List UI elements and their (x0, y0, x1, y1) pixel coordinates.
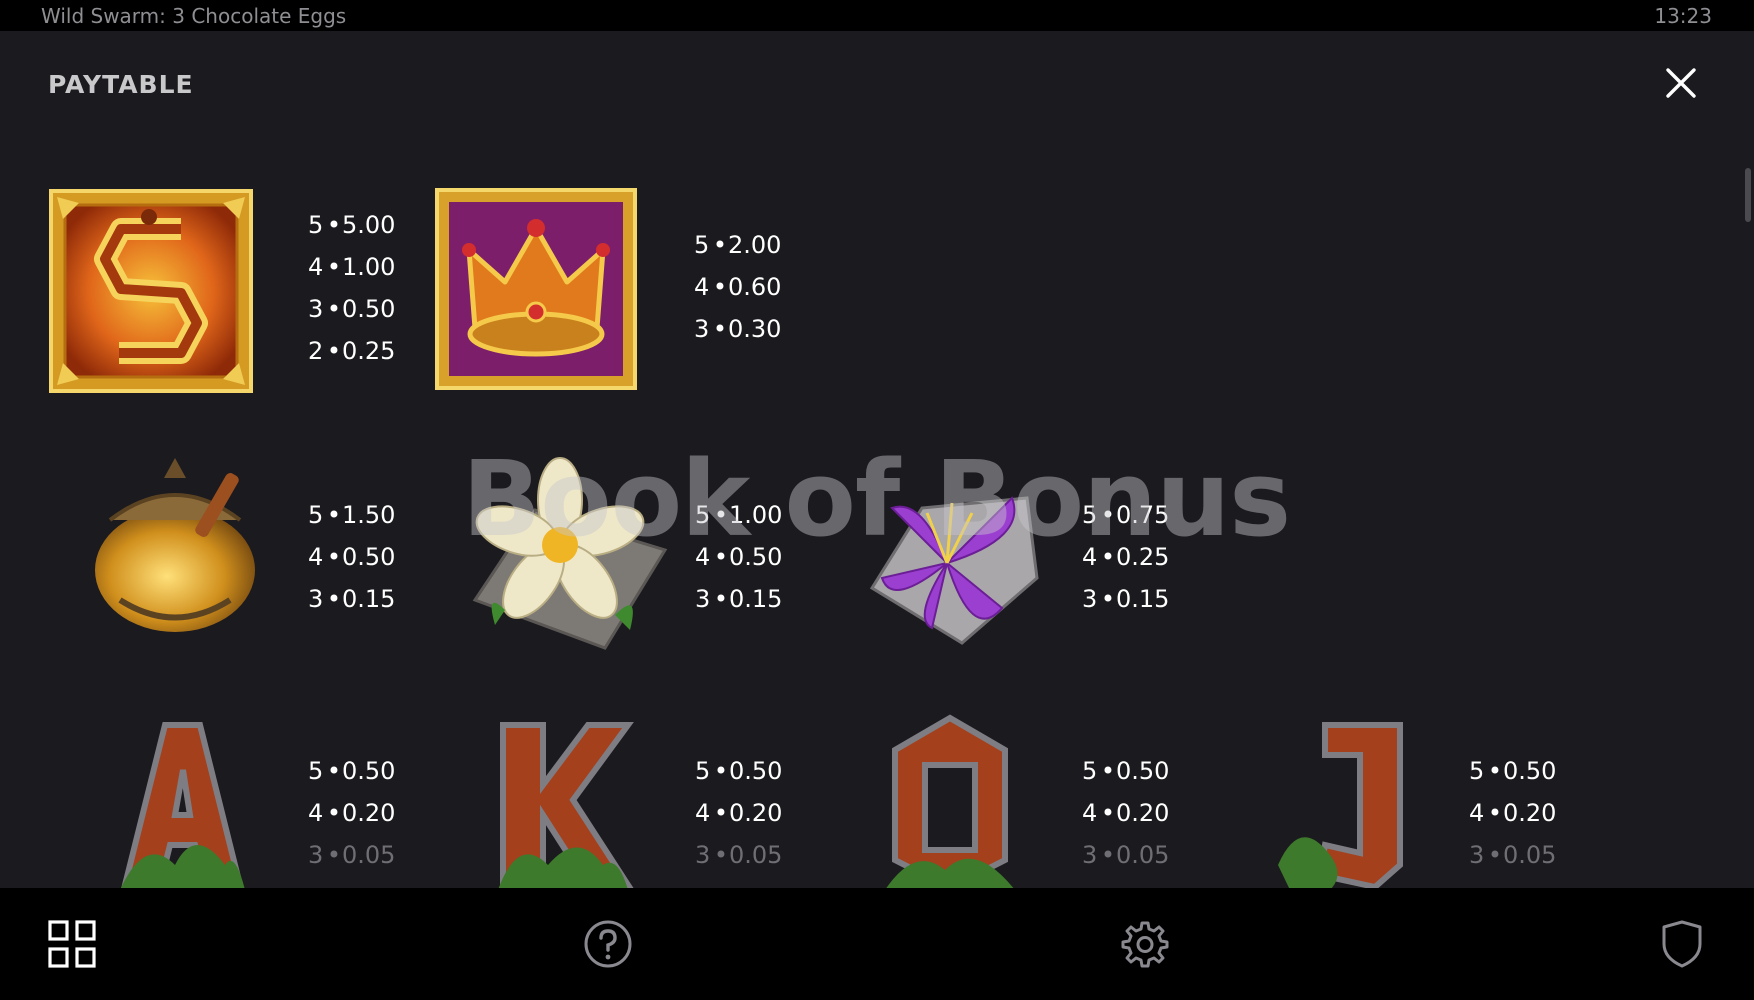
pays-letter-q: 5 •0.50 4 •0.20 3 •0.05 (1082, 750, 1169, 876)
pay-row: 5 •1.50 (308, 501, 396, 529)
top-bar: Wild Swarm: 3 Chocolate Eggs 13:23 (0, 0, 1754, 31)
pay-row: 4 •0.20 (308, 799, 396, 827)
symbol-scatter-s (49, 189, 253, 393)
pay-row: 5 •0.50 (1469, 757, 1557, 785)
pay-row: 4 •1.00 (308, 253, 396, 281)
pay-row: 3 •0.30 (694, 315, 782, 343)
pay-row: 5 •2.00 (694, 231, 782, 259)
pay-row: 3 •0.50 (308, 295, 396, 323)
app-title: Wild Swarm: 3 Chocolate Eggs (41, 4, 347, 28)
symbol-honey-pot (80, 450, 270, 640)
pay-row: 5 •5.00 (308, 211, 396, 239)
pays-crown: 5 •2.00 4 •0.60 3 •0.30 (694, 224, 781, 350)
shield-icon (1662, 920, 1702, 968)
settings-button[interactable] (1121, 920, 1169, 968)
symbol-letter-q (875, 710, 1025, 888)
pay-row: 3 •0.05 (308, 841, 396, 869)
pay-row: 3 •0.15 (308, 585, 396, 613)
clock: 13:23 (1654, 4, 1712, 28)
paytable-content: 5 •5.00 4 •1.00 3 •0.50 2 •0.25 5 •2.00 4 •0.6… (0, 150, 1740, 888)
pay-row: 4 •0.25 (1082, 543, 1170, 571)
pay-row: 5 •0.75 (1082, 501, 1170, 529)
pay-row: 4 •0.50 (308, 543, 396, 571)
pays-letter-a: 5 •0.50 4 •0.20 3 •0.05 (308, 750, 395, 876)
symbol-letter-a (105, 715, 255, 888)
pays-purple-flower: 5 •0.75 4 •0.25 3 •0.15 (1082, 494, 1169, 620)
gear-icon (1121, 921, 1169, 968)
symbol-letter-k (488, 715, 638, 888)
help-icon (584, 920, 632, 968)
pay-row: 4 •0.60 (694, 273, 782, 301)
pays-honey-pot: 5 •1.50 4 •0.50 3 •0.15 (308, 494, 395, 620)
scrollbar[interactable] (1745, 168, 1751, 222)
close-icon (1666, 68, 1696, 98)
pay-row: 4 •0.20 (695, 799, 783, 827)
pay-row: 4 •0.20 (1082, 799, 1170, 827)
pay-row: 5 •0.50 (1082, 757, 1170, 785)
paytable-button[interactable] (48, 920, 96, 968)
pay-row: 4 •0.50 (695, 543, 783, 571)
pay-row: 3 •0.05 (695, 841, 783, 869)
pay-row: 3 •0.15 (1082, 585, 1170, 613)
pay-row: 5 •0.50 (308, 757, 396, 785)
page-title: PAYTABLE (48, 70, 194, 99)
pays-white-flower: 5 •1.00 4 •0.50 3 •0.15 (695, 494, 782, 620)
responsible-gaming-button[interactable] (1661, 920, 1703, 968)
pay-row: 5 •0.50 (695, 757, 783, 785)
pays-scatter-s: 5 •5.00 4 •1.00 3 •0.50 2 •0.25 (308, 204, 395, 372)
grid-icon (48, 920, 96, 968)
symbol-letter-j (1270, 715, 1420, 888)
pays-letter-k: 5 •0.50 4 •0.20 3 •0.05 (695, 750, 782, 876)
pay-row: 4 •0.20 (1469, 799, 1557, 827)
symbol-crown (435, 188, 637, 390)
symbol-white-flower (465, 450, 675, 650)
pay-row: 3 •0.05 (1469, 841, 1557, 869)
pay-row: 5 •1.00 (695, 501, 783, 529)
pays-letter-j: 5 •0.50 4 •0.20 3 •0.05 (1469, 750, 1556, 876)
pay-row: 2 •0.25 (308, 337, 396, 365)
bottom-nav (0, 888, 1754, 1000)
symbol-purple-flower (852, 468, 1052, 648)
pay-row: 3 •0.15 (695, 585, 783, 613)
close-button[interactable] (1663, 65, 1699, 101)
help-button[interactable] (584, 920, 632, 968)
pay-row: 3 •0.05 (1082, 841, 1170, 869)
